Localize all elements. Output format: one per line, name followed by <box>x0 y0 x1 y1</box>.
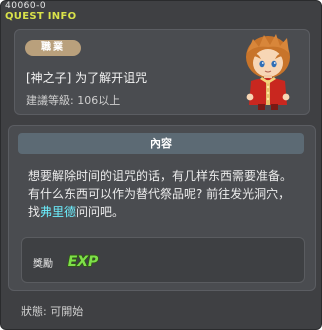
reward-label: 獎勵 <box>33 259 53 270</box>
description-line: 想要解除时间的诅咒的话，有几样东西需要准备。 <box>28 169 293 183</box>
quest-info-window: 40060-0 QUEST INFO 職業 [神之子] 为了解开诅咒 建議等級:… <box>0 0 322 330</box>
quest-name: [神之子] 为了解开诅咒 <box>26 71 148 85</box>
description-text: 问问吧。 <box>76 205 125 219</box>
job-badge: 職業 <box>25 40 81 56</box>
description-text: 找 <box>28 205 41 219</box>
exp-text: EXP <box>68 254 99 270</box>
recommended-level: 建議等級: 106以上 <box>26 94 121 107</box>
content-header: 內容 <box>18 133 304 154</box>
npc-avatar <box>246 34 290 110</box>
quest-id: 40060-0 <box>5 1 47 11</box>
quest-status: 狀態: 可開始 <box>21 305 84 318</box>
description-line: 有什么东西可以作为替代祭品呢? 前往发光洞穴， <box>28 187 291 201</box>
reward-box <box>21 237 305 283</box>
quest-description: 想要解除时间的诅咒的话，有几样东西需要准备。 有什么东西可以作为替代祭品呢? 前… <box>28 167 308 221</box>
window-title: QUEST INFO <box>5 11 77 22</box>
exp-icon: EXP <box>67 253 100 270</box>
description-line: 找弗里德问问吧。 <box>28 203 308 221</box>
npc-name-link[interactable]: 弗里德 <box>40 205 76 219</box>
